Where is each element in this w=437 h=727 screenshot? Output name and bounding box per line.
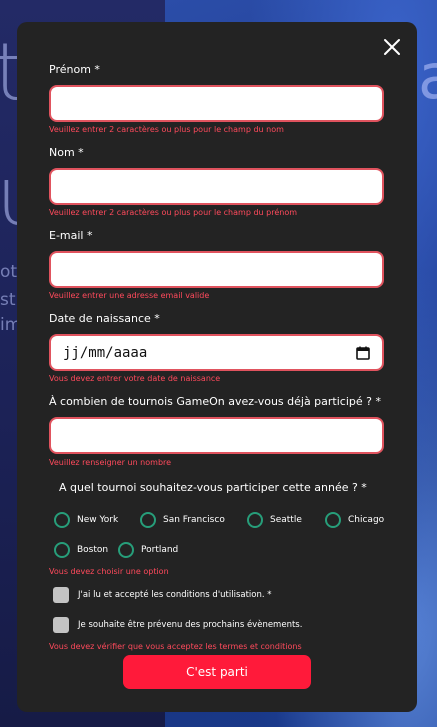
newsletter-checkbox[interactable]: Je souhaite être prévenu des prochains é… [53,617,302,633]
first-name-label: Prénom * [49,63,100,76]
location-question: A quel tournoi souhaitez-vous participer… [59,481,367,494]
birthdate-error: Vous devez entrer votre date de naissanc… [49,374,221,383]
terms-label: J'ai lu et accepté les conditions d'util… [78,590,272,600]
radio-circle [54,512,70,528]
radio-chicago[interactable]: Chicago [325,512,384,528]
birthdate-placeholder: jj/mm/aaaa [63,344,148,361]
radio-new-york[interactable]: New York [54,512,118,528]
tournaments-count-label: À combien de tournois GameOn avez-vous d… [49,395,381,408]
checkbox-square [53,617,69,633]
birthdate-input[interactable]: jj/mm/aaaa [49,334,384,371]
radio-label: Chicago [348,515,385,525]
tournaments-count-error: Veuillez renseigner un nombre [49,458,172,467]
radio-circle [247,512,263,528]
first-name-input[interactable] [49,85,384,122]
last-name-error: Veuillez entrer 2 caractères ou plus pou… [49,208,297,217]
location-error: Vous devez choisir une option [49,567,169,576]
radio-label: Boston [77,545,109,555]
tournaments-count-input[interactable] [49,417,384,454]
radio-circle [140,512,156,528]
radio-boston[interactable]: Boston [54,542,108,558]
calendar-icon[interactable] [356,346,370,360]
background-heading-fragment: a [418,40,437,113]
close-icon[interactable] [383,38,401,56]
radio-label: Seattle [270,515,302,525]
terms-error: Vous devez vérifier que vous acceptez le… [49,642,302,651]
newsletter-label: Je souhaite être prévenu des prochains é… [78,620,303,630]
signup-modal: Prénom * Veuillez entrer 2 caractères ou… [17,22,417,712]
radio-circle [325,512,341,528]
birthdate-label: Date de naissance * [49,312,160,325]
radio-san-francisco[interactable]: San Francisco [140,512,225,528]
radio-portland[interactable]: Portland [118,542,178,558]
email-error: Veuillez entrer une adresse email valide [49,291,210,300]
radio-label: Portland [141,545,179,555]
email-label: E-mail * [49,229,93,242]
radio-label: New York [77,515,119,525]
last-name-input[interactable] [49,168,384,205]
last-name-label: Nom * [49,146,84,159]
checkbox-square [53,587,69,603]
radio-circle [54,542,70,558]
radio-seattle[interactable]: Seattle [247,512,302,528]
radio-label: San Francisco [163,515,225,525]
email-input[interactable] [49,251,384,288]
terms-checkbox[interactable]: J'ai lu et accepté les conditions d'util… [53,587,272,603]
radio-circle [118,542,134,558]
submit-button[interactable]: C'est parti [123,655,311,689]
first-name-error: Veuillez entrer 2 caractères ou plus pou… [49,125,284,134]
